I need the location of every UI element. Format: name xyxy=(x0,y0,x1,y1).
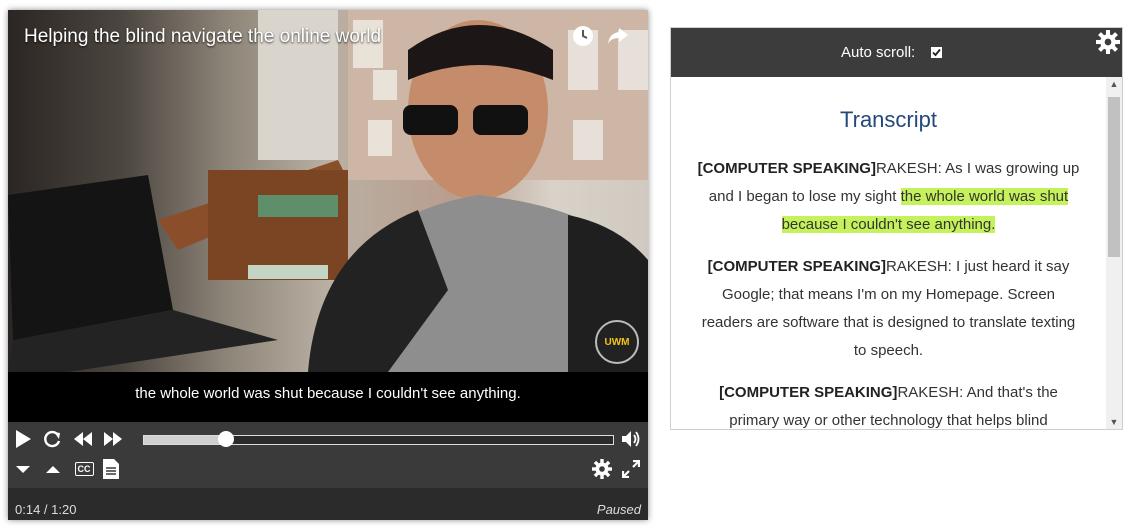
restart-icon[interactable] xyxy=(42,428,64,450)
gear-icon[interactable] xyxy=(1096,30,1120,54)
seek-handle[interactable] xyxy=(218,431,235,447)
autoscroll-checkbox[interactable] xyxy=(931,47,943,58)
video-title: Helping the blind navigate the online wo… xyxy=(24,26,382,47)
video-frame[interactable]: Helping the blind navigate the online wo… xyxy=(8,10,648,372)
speaker-label: [COMPUTER SPEAKING] xyxy=(707,258,886,275)
video-player: Helping the blind navigate the online wo… xyxy=(8,10,648,520)
captions-label: CC xyxy=(74,462,94,476)
time-display: 0:14 / 1:20 xyxy=(15,502,77,517)
seek-slider[interactable] xyxy=(143,431,614,447)
transcript-heading: Transcript xyxy=(840,107,937,132)
transcript-panel: Auto scroll: Transcript [COMPUTER SPEAKI… xyxy=(670,27,1123,430)
control-bar: CC xyxy=(8,422,648,488)
speaker-label: [COMPUTER SPEAKING] xyxy=(697,160,876,177)
share-icon[interactable] xyxy=(606,24,630,48)
playback-state: Paused xyxy=(596,502,641,517)
transcript-body[interactable]: Transcript [COMPUTER SPEAKING]RAKESH: As… xyxy=(671,77,1106,429)
scroll-down-icon[interactable]: ▼ xyxy=(1106,417,1122,427)
uwm-logo: UWM xyxy=(595,320,639,364)
transcript-header: Auto scroll: xyxy=(671,28,1122,77)
rewind-icon[interactable] xyxy=(72,428,94,450)
caption-text: the whole world was shut because I could… xyxy=(135,385,521,402)
transcript-entry[interactable]: [COMPUTER SPEAKING]RAKESH: As I was grow… xyxy=(695,155,1082,239)
scroll-up-icon[interactable]: ▲ xyxy=(1106,79,1122,89)
chevron-up-icon[interactable] xyxy=(44,460,62,478)
status-bar: 0:14 / 1:20 Paused xyxy=(8,488,648,520)
caption-bar: the whole world was shut because I could… xyxy=(8,372,648,422)
volume-icon[interactable] xyxy=(620,428,642,450)
fast-forward-icon[interactable] xyxy=(102,428,124,450)
speaker-label: [COMPUTER SPEAKING] xyxy=(719,384,898,401)
captions-icon[interactable]: CC xyxy=(72,460,96,478)
scroll-thumb[interactable] xyxy=(1108,97,1120,257)
transcript-scrollbar[interactable]: ▲ ▼ xyxy=(1106,77,1122,429)
video-scene xyxy=(8,10,648,372)
logo-text: UWM xyxy=(604,336,630,348)
transcript-entry[interactable]: [COMPUTER SPEAKING]RAKESH: And that's th… xyxy=(695,379,1082,429)
transcript-entry[interactable]: [COMPUTER SPEAKING]RAKESH: I just heard … xyxy=(695,253,1082,365)
fullscreen-icon[interactable] xyxy=(620,458,642,480)
autoscroll-label: Auto scroll: xyxy=(841,44,916,61)
autoscroll-control: Auto scroll: xyxy=(841,44,943,61)
chevron-down-icon[interactable] xyxy=(14,460,32,478)
transcript-icon[interactable] xyxy=(102,458,120,480)
play-icon[interactable] xyxy=(12,428,34,450)
checkmark-icon xyxy=(932,48,941,57)
seek-progress xyxy=(144,436,227,444)
gear-icon[interactable] xyxy=(591,458,613,480)
clock-icon[interactable] xyxy=(571,24,595,48)
